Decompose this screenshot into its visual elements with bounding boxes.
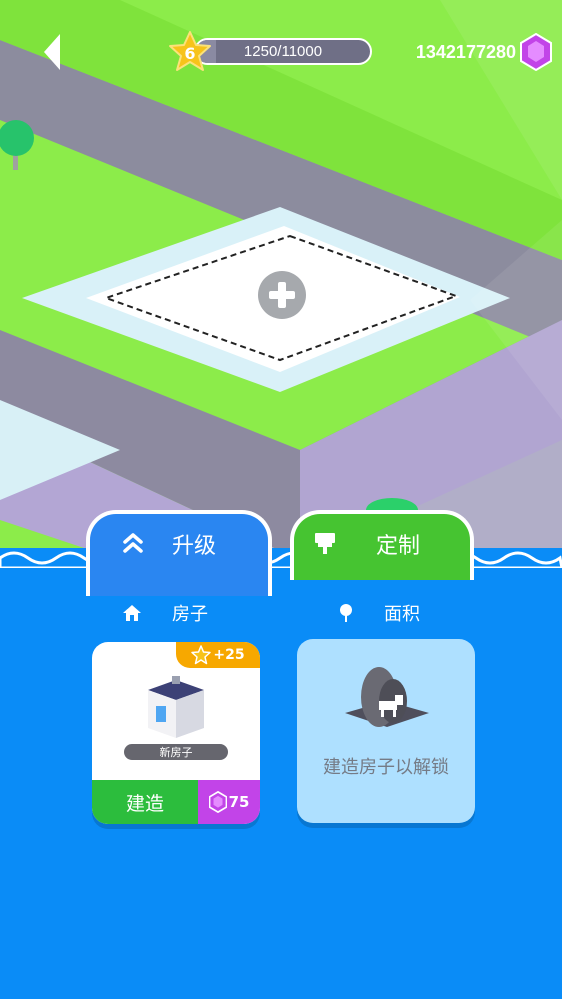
tab-custom-label: 定制 [376, 534, 421, 559]
hud: 1250/11000 6 1342177280 [0, 0, 562, 100]
house-name: 新房子 [124, 744, 228, 760]
double-chevron-up-icon [123, 533, 143, 553]
price-value: 75 [228, 793, 250, 811]
bottom-panel [0, 548, 562, 999]
xp-bonus-badge: +25 [176, 642, 260, 668]
section-house: 房子 [122, 600, 208, 626]
level-xp: 1250/11000 6 [168, 30, 378, 74]
price-button[interactable]: 75 [198, 780, 260, 824]
xp-text: 1250/11000 [243, 43, 323, 60]
tree-small-icon [340, 604, 352, 622]
wave-edge [0, 551, 562, 568]
house-model-icon [148, 676, 204, 738]
gem-icon [208, 791, 227, 813]
xp-bonus-text: +25 [213, 647, 245, 663]
star-icon [191, 645, 212, 665]
add-build-button[interactable] [257, 270, 307, 320]
tab-upgrade-label: 升级 [172, 534, 217, 559]
area-card-locked[interactable]: 建造房子以解锁 [297, 639, 475, 823]
tab-upgrade[interactable]: 升级 [86, 510, 272, 596]
xp-bar: 1250/11000 [194, 38, 372, 65]
back-arrow-icon [44, 34, 60, 70]
section-area: 面积 [338, 600, 420, 626]
unlock-hint: 建造房子以解锁 [323, 757, 449, 778]
section-area-title: 面积 [384, 604, 420, 625]
plus-icon [258, 271, 306, 319]
rock-dog-icon [345, 667, 429, 727]
gems-count: 1342177280 [415, 41, 516, 62]
build-button[interactable]: 建造 [92, 780, 198, 824]
house-icon [123, 605, 141, 621]
back-button[interactable] [34, 30, 74, 74]
gem-counter: 1342177280 [416, 32, 552, 72]
paint-brush-icon [315, 533, 335, 554]
level-number: 6 [184, 44, 196, 63]
house-card[interactable]: +25 新房子 建造 75 [92, 642, 260, 824]
tab-custom[interactable]: 定制 [290, 510, 474, 580]
section-house-title: 房子 [172, 604, 208, 625]
gem-icon [520, 33, 552, 71]
